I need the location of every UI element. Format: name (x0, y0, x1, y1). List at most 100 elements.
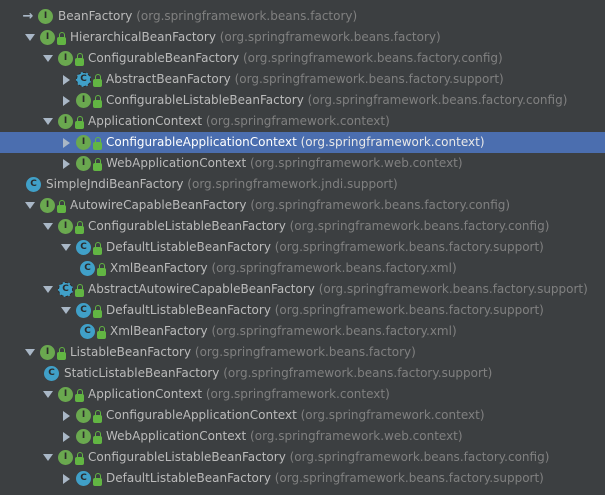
package-name: (org.springframework.web.context) (246, 429, 463, 443)
expand-arrow-icon[interactable] (60, 153, 72, 174)
tree-node[interactable]: I ConfigurableListableBeanFactory (org.sp… (0, 447, 605, 468)
triangle-right-icon (62, 473, 70, 484)
tree-node[interactable]: C DefaultListableBeanFactory (org.springf… (0, 468, 605, 489)
class-icon: C (80, 324, 95, 339)
triangle-right-icon (62, 95, 70, 106)
type-hierarchy-tree[interactable]: → I BeanFactory (org.springframework.beans… (0, 6, 605, 489)
expand-arrow-icon[interactable] (60, 426, 72, 447)
package-name: (org.springframework.beans.factory.suppo… (270, 471, 544, 485)
collapse-arrow-icon[interactable] (24, 27, 36, 48)
tree-node[interactable]: I ApplicationContext (org.springframework… (0, 111, 605, 132)
package-name: (org.springframework.beans.factory) (215, 30, 441, 44)
interface-icon: I (58, 387, 73, 402)
node-label: ConfigurableApplicationContext (org.spri… (106, 132, 485, 153)
tree-node[interactable]: → I BeanFactory (org.springframework.beans… (0, 6, 605, 27)
package-name: (org.springframework.beans.factory) (132, 9, 358, 23)
node-label: StaticListableBeanFactory (org.springfra… (64, 363, 492, 384)
class-name: ApplicationContext (88, 114, 203, 128)
node-label: ApplicationContext (org.springframework.… (88, 111, 390, 132)
tree-node[interactable]: C DefaultListableBeanFactory (org.springf… (0, 300, 605, 321)
expand-arrow-icon[interactable] (60, 132, 72, 153)
collapse-arrow-icon[interactable] (42, 447, 54, 468)
package-name: (org.springframework.beans.factory.confi… (239, 51, 503, 65)
tree-node[interactable]: I ApplicationContext (org.springframework… (0, 384, 605, 405)
tree-node[interactable]: I HierarchicalBeanFactory (org.springfram… (0, 27, 605, 48)
triangle-right-icon (62, 410, 70, 421)
expand-arrow-icon[interactable]: → (22, 6, 34, 27)
collapse-arrow-icon[interactable] (60, 237, 72, 258)
triangle-right-icon (62, 137, 70, 148)
tree-node[interactable]: I ConfigurableApplicationContext (org.spr… (0, 132, 605, 153)
lock-icon (93, 74, 102, 87)
interface-icon: I (58, 114, 73, 129)
triangle-down-icon (43, 454, 53, 461)
class-icon: C (80, 261, 95, 276)
collapse-arrow-icon[interactable] (42, 384, 54, 405)
expand-arrow-icon[interactable] (60, 90, 72, 111)
package-name: (org.springframework.beans.factory.suppo… (270, 240, 544, 254)
triangle-down-icon (43, 118, 53, 125)
arrow-right-icon: → (22, 9, 34, 24)
collapse-arrow-icon[interactable] (42, 48, 54, 69)
class-icon: C (26, 177, 41, 192)
tree-node[interactable]: I ConfigurableApplicationContext (org.spr… (0, 405, 605, 426)
package-name: (org.springframework.beans.factory.confi… (303, 93, 568, 107)
lock-icon (97, 326, 106, 339)
lock-icon (75, 53, 84, 66)
tree-node[interactable]: C XmlBeanFactory (org.springframework.bea… (0, 321, 605, 342)
package-name: (org.springframework.beans.factory.confi… (285, 219, 550, 233)
class-name: SimpleJndiBeanFactory (46, 177, 184, 191)
expand-arrow-icon[interactable] (60, 468, 72, 489)
triangle-right-icon (62, 158, 70, 169)
tree-node[interactable]: I ListableBeanFactory (org.springframewor… (0, 342, 605, 363)
tree-node[interactable]: C DefaultListableBeanFactory (org.springf… (0, 237, 605, 258)
tree-node[interactable]: C SimpleJndiBeanFactory (org.springframew… (0, 174, 605, 195)
collapse-arrow-icon[interactable] (24, 195, 36, 216)
node-label: WebApplicationContext (org.springframewo… (106, 153, 463, 174)
collapse-arrow-icon[interactable] (24, 342, 36, 363)
class-name: BeanFactory (58, 9, 133, 23)
tree-node[interactable]: I AutowireCapableBeanFactory (org.springf… (0, 195, 605, 216)
expand-arrow-icon[interactable] (60, 405, 72, 426)
tree-node[interactable]: C AbstractAutowireCapableBeanFactory (org… (0, 279, 605, 300)
package-name: (org.springframework.jndi.support) (183, 177, 398, 191)
expand-arrow-icon[interactable] (60, 69, 72, 90)
class-name: ConfigurableApplicationContext (106, 408, 297, 422)
class-name: XmlBeanFactory (110, 261, 208, 275)
package-name: (org.springframework.beans.factory.xml) (207, 261, 457, 275)
tree-node[interactable]: I WebApplicationContext (org.springframew… (0, 426, 605, 447)
class-name: DefaultListableBeanFactory (106, 471, 271, 485)
lock-icon (75, 284, 84, 297)
interface-icon: I (76, 429, 91, 444)
collapse-arrow-icon[interactable] (60, 300, 72, 321)
package-name: (org.springframework.beans.factory.suppo… (230, 72, 504, 86)
lock-icon (97, 263, 106, 276)
collapse-arrow-icon[interactable] (42, 279, 54, 300)
tree-node[interactable]: I ConfigurableBeanFactory (org.springfram… (0, 48, 605, 69)
class-name: ConfigurableBeanFactory (88, 51, 240, 65)
node-label: DefaultListableBeanFactory (org.springfr… (106, 237, 544, 258)
node-label: BeanFactory (org.springframework.beans.f… (58, 6, 357, 27)
tree-node[interactable]: C XmlBeanFactory (org.springframework.bea… (0, 258, 605, 279)
lock-icon (57, 347, 66, 360)
triangle-right-icon (62, 74, 70, 85)
package-name: (org.springframework.web.context) (246, 156, 463, 170)
collapse-arrow-icon[interactable] (42, 216, 54, 237)
node-label: ApplicationContext (org.springframework.… (88, 384, 390, 405)
triangle-down-icon (43, 286, 53, 293)
tree-node[interactable]: I ConfigurableListableBeanFactory (org.sp… (0, 216, 605, 237)
package-name: (org.springframework.beans.factory.confi… (285, 450, 550, 464)
node-label: ConfigurableListableBeanFactory (org.spr… (106, 90, 567, 111)
node-label: HierarchicalBeanFactory (org.springframe… (70, 27, 441, 48)
lock-icon (93, 431, 102, 444)
tree-node[interactable]: C StaticListableBeanFactory (org.springfr… (0, 363, 605, 384)
abstract-class-icon: C (76, 72, 91, 87)
lock-icon (93, 242, 102, 255)
collapse-arrow-icon[interactable] (42, 111, 54, 132)
tree-node[interactable]: C AbstractBeanFactory (org.springframewor… (0, 69, 605, 90)
tree-node[interactable]: I WebApplicationContext (org.springframew… (0, 153, 605, 174)
package-name: (org.springframework.beans.factory.suppo… (314, 282, 588, 296)
class-name: HierarchicalBeanFactory (70, 30, 216, 44)
tree-node[interactable]: I ConfigurableListableBeanFactory (org.sp… (0, 90, 605, 111)
node-label: AbstractAutowireCapableBeanFactory (org.… (88, 279, 588, 300)
